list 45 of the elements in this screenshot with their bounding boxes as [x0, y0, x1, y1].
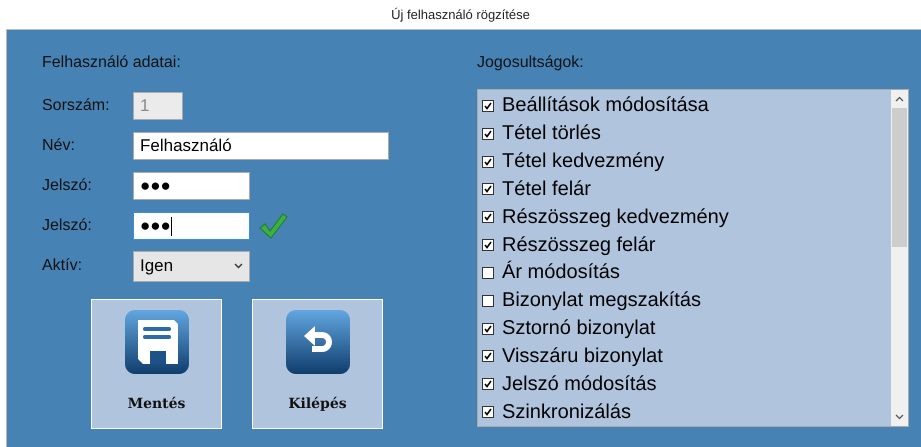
checkbox[interactable]	[482, 294, 494, 307]
input-field[interactable]: Felhasználó	[133, 132, 389, 160]
checkbox[interactable]	[482, 406, 494, 418]
permission-label: Bizonylat megszakítás	[502, 289, 701, 312]
save-button[interactable]: Mentés	[91, 299, 222, 429]
permission-label: Részösszeg felár	[502, 234, 656, 257]
permission-label: Részösszeg kedvezmény	[502, 206, 729, 229]
checkbox[interactable]	[482, 156, 494, 168]
checkbox[interactable]	[482, 128, 494, 140]
field-label: Név:	[42, 137, 76, 155]
checkbox[interactable]	[482, 183, 494, 196]
scroll-up-icon[interactable]	[895, 96, 904, 102]
input-field[interactable]: ●●●	[133, 212, 250, 240]
permission-label: Ár módosítás	[502, 261, 620, 284]
permission-label: Tétel felár	[502, 178, 591, 201]
checkbox[interactable]	[482, 211, 494, 224]
permission-label: Jelszó módosítás	[502, 372, 657, 396]
permission-label: Visszáru bizonylat	[502, 344, 663, 368]
field-label: Jelszó:	[42, 177, 93, 195]
undo-icon	[286, 310, 350, 374]
permission-label: Sztornó bizonylat	[502, 317, 656, 340]
dropdown[interactable]: Igen	[133, 250, 250, 282]
scroll-thumb[interactable]	[892, 108, 907, 247]
chevron-down-icon	[234, 263, 243, 269]
save-icon	[124, 310, 188, 374]
checkbox[interactable]	[482, 350, 494, 362]
checkbox[interactable]	[482, 322, 494, 335]
checkbox[interactable]	[482, 378, 494, 390]
section-heading: Felhasználó adatai:	[42, 54, 182, 72]
exit-button[interactable]: Kilépés	[252, 299, 383, 429]
field-label: Sorszám:	[42, 97, 111, 115]
input-field[interactable]: ●●●	[133, 172, 250, 200]
checkbox[interactable]	[482, 100, 494, 112]
field-label: Aktív:	[42, 257, 84, 275]
field-label: Jelszó:	[42, 217, 93, 235]
window-title: Új felhasználó rögzítése	[391, 7, 530, 22]
permission-label: Szinkronizálás	[502, 400, 631, 424]
permission-label: Beállítások módosítása	[502, 94, 709, 118]
scroll-down-icon[interactable]	[895, 414, 904, 420]
permission-label: Tétel törlés	[502, 122, 601, 146]
permission-label: Tétel kedvezmény	[502, 150, 664, 174]
section-heading: Jogosultságok:	[477, 54, 585, 72]
checkbox[interactable]	[482, 266, 494, 279]
scrollbar[interactable]	[891, 90, 908, 426]
checkbox[interactable]	[482, 239, 494, 252]
